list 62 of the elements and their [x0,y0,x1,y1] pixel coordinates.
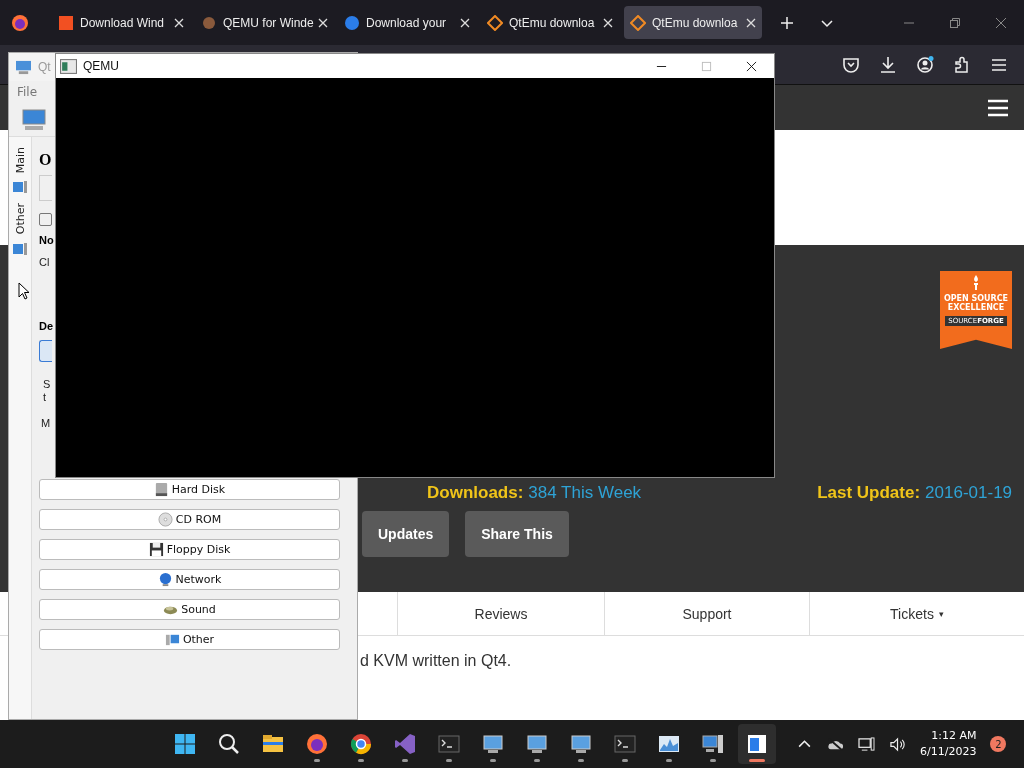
side-tab[interactable]: Main [13,147,27,174]
window-icon[interactable] [738,724,776,764]
description-text: d KVM written in Qt4. [360,652,512,669]
maximize-icon [701,60,712,72]
device-button[interactable]: CD ROM [39,509,340,530]
favicon-icon [201,14,217,31]
last-update-label: Last Update: [817,483,921,503]
browser-logo-icon[interactable] [10,12,30,33]
label: M [41,417,51,429]
volume-icon[interactable] [889,736,906,752]
nav-tab[interactable]: Tickets ▾ [809,592,1024,635]
browser-tab[interactable]: Download Wind [52,6,190,39]
window-title: Qt [38,60,51,74]
browser-tab[interactable]: QtEmu downloa [624,6,762,39]
globe-icon [157,572,173,587]
favicon-icon [630,14,646,31]
page-button[interactable]: Share This [465,511,569,557]
last-update-date: 2016-01-19 [925,483,1013,503]
section-label: De [39,320,54,332]
label: S [43,378,51,390]
device-button[interactable]: Network [39,569,340,590]
page-button[interactable]: Updates [362,511,450,557]
button[interactable] [39,340,52,362]
checkbox[interactable] [39,213,52,226]
label: Cl [39,256,50,268]
browser-tab[interactable]: QEMU for Winde [195,6,333,39]
label: t [43,391,47,403]
close-icon[interactable] [746,60,757,72]
nav-tab[interactable]: Support [604,592,809,635]
menu-item[interactable]: File [17,85,38,99]
device-button[interactable]: Hard Disk [39,479,340,500]
clock[interactable]: 1:12 AM 6/11/2023 [920,728,977,760]
device-button[interactable]: Floppy Disk [39,539,340,560]
notification-badge[interactable]: 2 [990,736,1007,752]
download-icon[interactable] [878,54,898,75]
torch-icon [971,275,981,291]
nav-tab[interactable]: Reviews [397,592,604,635]
computer-icon [12,179,28,196]
badge-title: OPEN SOURCE EXCELLENCE [942,294,1010,312]
computer-icon [164,632,180,647]
window-icon [60,58,77,74]
section-label: No [39,234,54,246]
menu-icon[interactable] [987,98,1009,117]
network-icon[interactable] [858,736,875,752]
device-button[interactable]: Sound [39,599,340,620]
computer-icon [15,59,32,75]
cd-icon [157,512,173,527]
plus-icon[interactable] [780,15,794,30]
computer-icon [12,240,28,257]
browser-tab[interactable]: QtEmu downloa [481,6,619,39]
downloads-label: Downloads: [427,483,524,503]
favicon-icon [58,14,74,31]
account-icon[interactable] [915,54,935,75]
window-title: QEMU [83,59,119,73]
favicon-icon [487,14,503,31]
section-heading: O [39,151,52,169]
browser-tab[interactable]: Download your [338,6,476,39]
restore-icon[interactable] [949,16,961,29]
downloads-count: 384 This Week [528,483,642,503]
side-tab[interactable]: Other [13,203,27,235]
device-button[interactable]: Other [39,629,340,650]
favicon-icon [344,14,360,31]
